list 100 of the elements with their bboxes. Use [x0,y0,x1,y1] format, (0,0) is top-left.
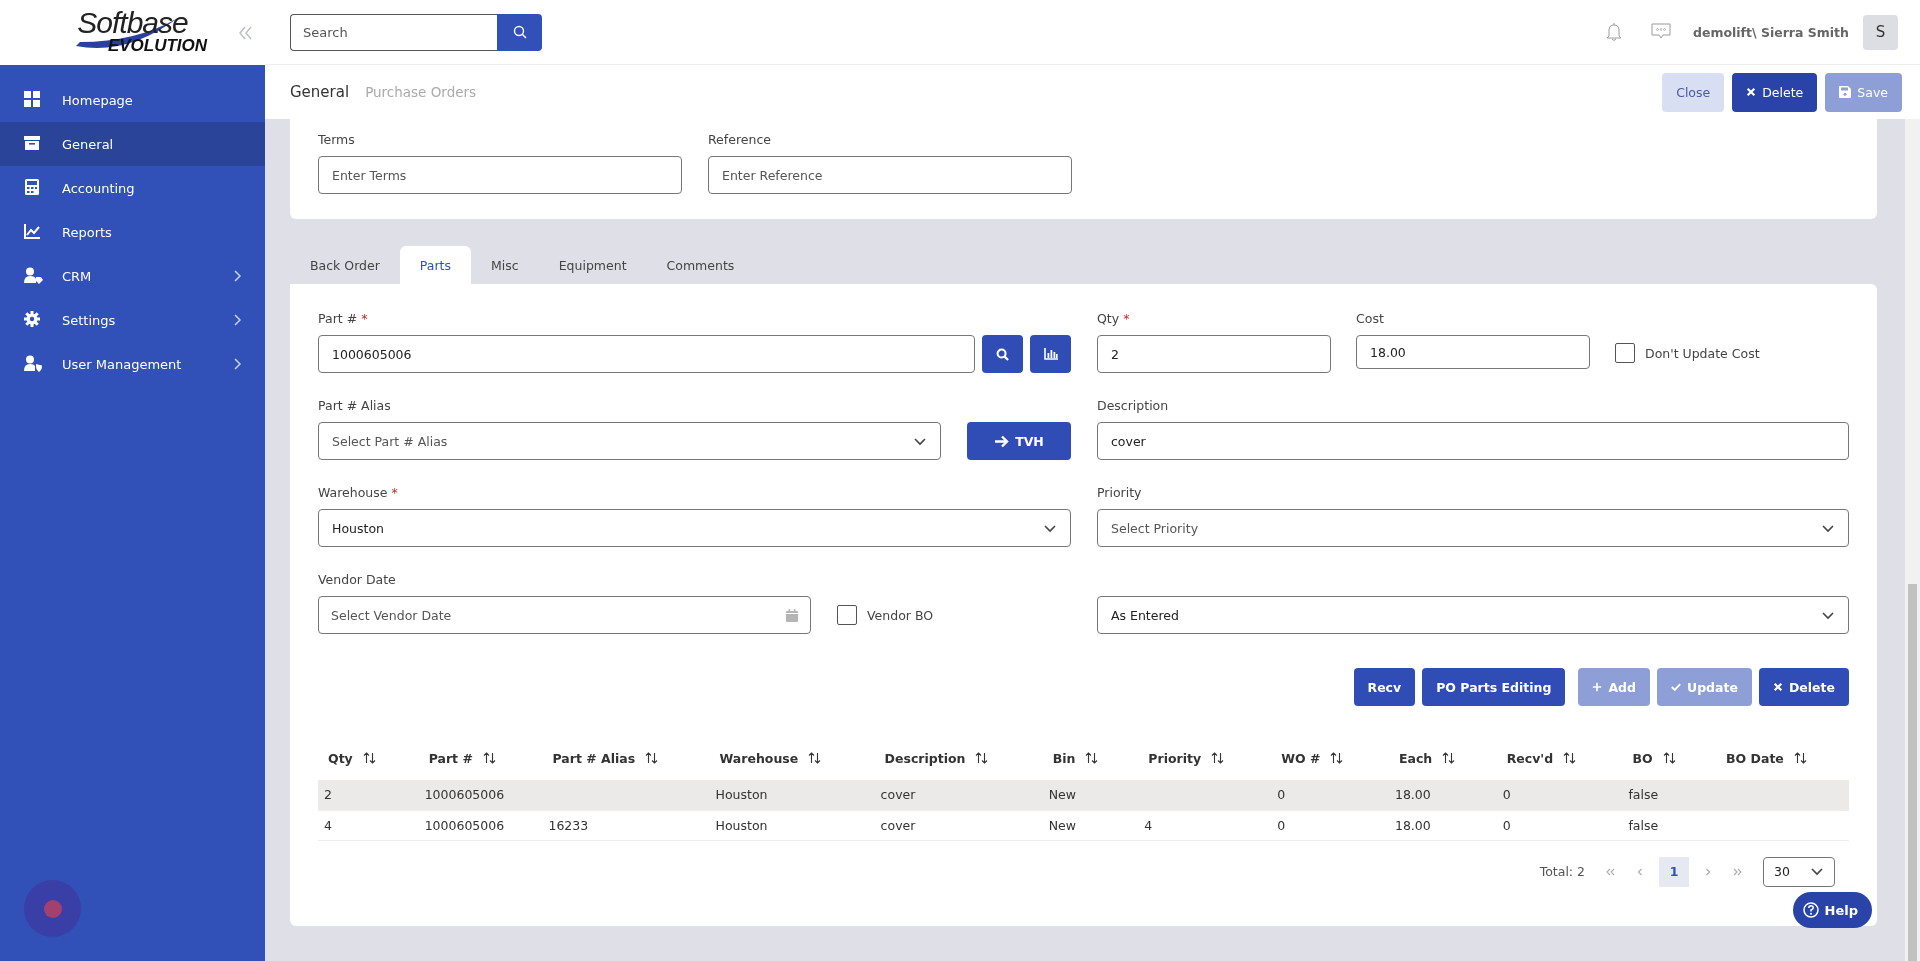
dropdown[interactable]: Select Part # Alias [318,422,941,460]
column-header[interactable]: BO Date [1726,750,1807,766]
field-label: Part # Alias [318,398,391,413]
table-cell: 18.00 [1394,817,1431,833]
column-header[interactable]: BO [1632,750,1676,766]
chat-icon[interactable] [1651,23,1671,41]
tab[interactable]: Back Order [290,246,400,284]
sort-icon [1793,752,1807,764]
column-header[interactable]: Part # Alias [552,750,659,766]
bell-icon[interactable] [1605,22,1623,42]
sidebar-item[interactable]: General [0,122,265,166]
field-label: Qty [1097,311,1120,326]
user-shield-icon [24,355,44,373]
tab[interactable]: Misc [471,246,539,284]
input-field[interactable]: cover [1097,422,1849,460]
table-cell: cover [880,787,916,803]
tab[interactable]: Comments [646,246,755,284]
table-cell: 0 [1502,817,1511,833]
required-mark: * [361,311,368,326]
sidebar-item[interactable]: User Management [0,342,265,386]
close-button[interactable]: Close [1662,72,1725,112]
breadcrumb-link[interactable]: General [290,83,350,101]
delete-button[interactable]: Delete [1758,668,1849,706]
table-cell: false [1628,817,1659,833]
action-button[interactable]: PO Parts Editing [1422,668,1566,706]
total-count: Total: 2 [1539,864,1585,879]
search-button[interactable] [982,335,1023,373]
calendar-icon [786,608,798,622]
tab[interactable]: Parts [399,246,472,284]
checkbox[interactable] [1615,343,1635,363]
next-page-icon[interactable] [1703,866,1713,877]
user-tag-icon [24,267,44,285]
search-icon [996,347,1009,361]
user-avatar[interactable]: S [1863,14,1898,50]
table-cell: 2 [324,787,332,803]
bar-chart-icon [1043,348,1058,360]
sidebar-item[interactable]: Reports [0,210,265,254]
table-row[interactable]: 4 1000605006 16233 Houston cover New 4 0 18.00 0 false [318,810,1849,840]
table-cell: Houston [715,787,768,803]
action-button[interactable]: Recv [1353,668,1416,706]
dropdown[interactable]: Select Priority [1097,509,1849,547]
page-button[interactable]: 1 [1659,856,1689,887]
input-field[interactable]: Enter Reference [708,156,1072,194]
field-label: Vendor Date [318,572,396,587]
page-size-dropdown[interactable]: 30 [1763,856,1835,887]
chevron-down-icon [1821,523,1835,533]
dropdown[interactable]: Houston [318,509,1071,547]
search-field[interactable]: Search [290,13,497,51]
input-field[interactable]: 18.00 [1356,335,1590,369]
chevron-right-icon [233,358,241,370]
dropdown[interactable]: As Entered [1097,596,1849,634]
checkbox[interactable] [837,605,857,625]
chart-button[interactable] [1030,335,1071,373]
input-field[interactable]: 1000605006 [318,335,975,373]
sort-icon [1662,752,1676,764]
last-page-icon[interactable] [1733,866,1743,877]
user-name[interactable]: demolift\ Sierra Smith [1693,24,1849,40]
sort-icon [975,752,989,764]
column-header[interactable]: Part # [428,750,496,766]
table-cell: Houston [715,817,768,833]
chevron-down-icon [1821,610,1835,620]
tvh-button[interactable]: TVH [967,422,1071,460]
table-cell: 18.00 [1394,787,1431,803]
column-header[interactable]: Bin [1052,750,1099,766]
field-label: Terms [318,132,355,147]
scrollbar[interactable] [1905,119,1920,961]
table-cell: New [1048,817,1076,833]
sort-icon [1330,752,1344,764]
chevron-down-icon [1810,867,1824,876]
date-field[interactable]: Select Vendor Date [318,596,811,634]
help-button[interactable]: Help [1792,892,1872,928]
sort-icon [1211,752,1225,764]
sidebar-item[interactable]: Accounting [0,166,265,210]
column-header[interactable]: Warehouse [719,750,822,766]
search-button[interactable] [497,13,542,51]
table-cell: 1000605006 [424,817,505,833]
input-field[interactable]: Enter Terms [318,156,682,194]
sidebar-item[interactable]: Settings [0,298,265,342]
required-mark: * [391,485,398,500]
checkbox-label: Don't Update Cost [1645,345,1760,361]
collapse-icon[interactable] [239,26,253,40]
column-header[interactable]: Recv'd [1506,750,1577,766]
delete-button[interactable]: Delete [1732,72,1818,112]
chevron-down-icon [913,436,927,446]
column-header[interactable]: Description [884,750,989,766]
first-page-icon[interactable] [1605,866,1615,877]
checkbox-label: Vendor BO [867,607,934,623]
sidebar-item[interactable]: CRM [0,254,265,298]
column-header[interactable]: Priority [1148,750,1225,766]
table-cell: false [1628,787,1659,803]
field-label: Cost [1356,311,1384,326]
sidebar-item[interactable]: Homepage [0,78,265,122]
previous-page-icon[interactable] [1635,866,1645,877]
table-row[interactable]: 2 1000605006 Houston cover New 0 18.00 0 false [318,780,1849,810]
input-field[interactable]: 2 [1097,335,1331,373]
tab[interactable]: Equipment [538,246,647,284]
column-header[interactable]: WO # [1281,750,1344,766]
column-header[interactable]: Each [1398,750,1456,766]
sort-icon [645,752,659,764]
column-header[interactable]: Qty [328,750,376,766]
